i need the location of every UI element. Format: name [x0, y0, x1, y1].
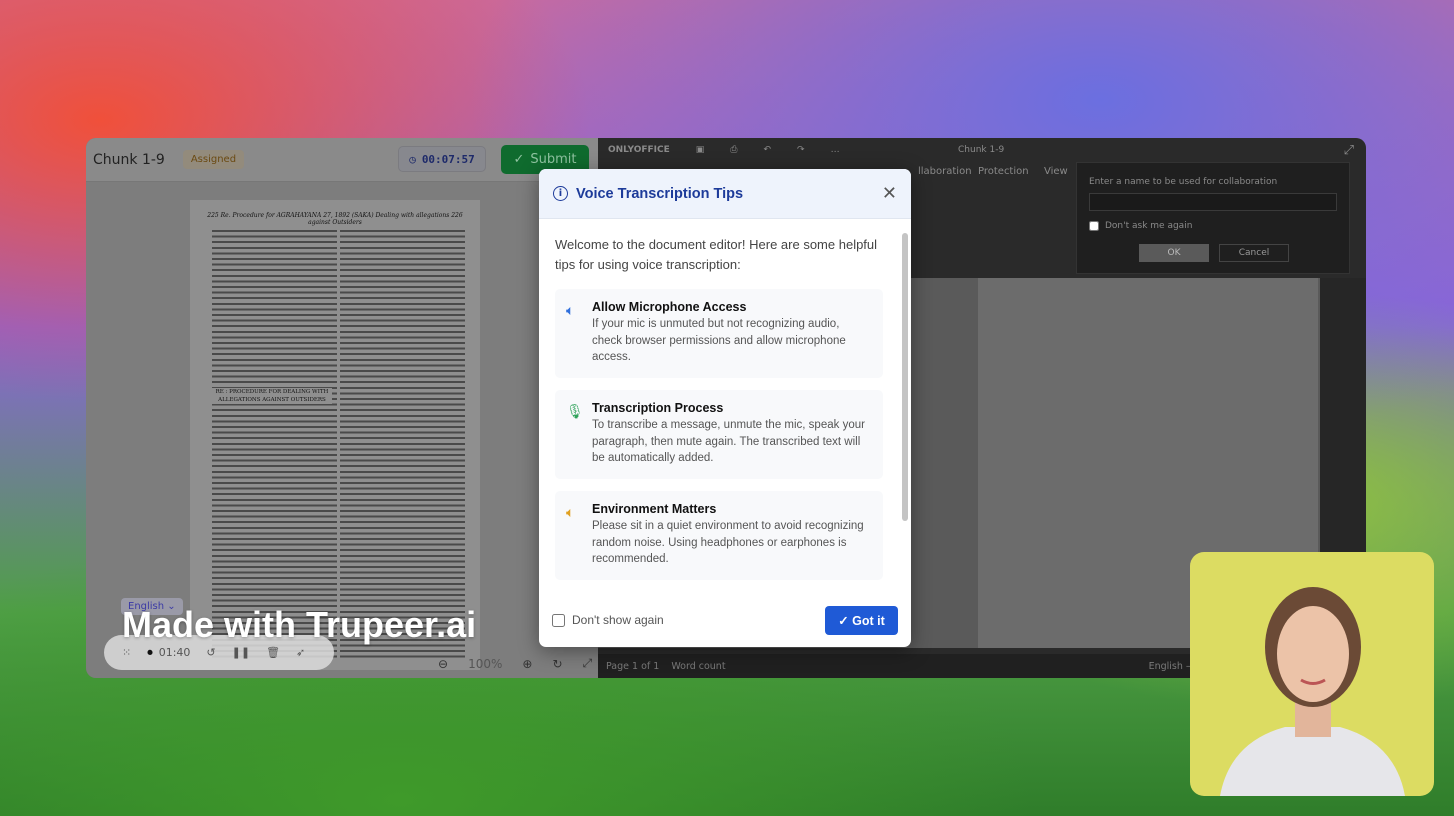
speaker-icon: 🔈︎: [566, 302, 575, 318]
save-icon[interactable]: ▣: [696, 145, 705, 155]
word-count-button[interactable]: Word count: [671, 661, 725, 672]
cancel-button[interactable]: Cancel: [1219, 244, 1289, 262]
submit-label: Submit: [530, 152, 577, 167]
got-it-label: Got it: [852, 613, 885, 628]
modal-header: i Voice Transcription Tips ✕: [539, 169, 911, 219]
tab-protection[interactable]: Protection: [978, 166, 1029, 177]
document-scan: 225 Re. Procedure for AGRAHAYANA 27, 189…: [190, 200, 480, 670]
tab-collaboration[interactable]: llaboration: [918, 166, 972, 177]
collaboration-name-dialog: Enter a name to be used for collaboratio…: [1076, 162, 1350, 274]
scan-column-right: [340, 230, 465, 660]
timer-value: 00:07:57: [421, 152, 475, 166]
presenter-image: [1220, 587, 1405, 796]
collab-name-input[interactable]: [1089, 193, 1337, 211]
scan-section-heading: RE : PROCEDURE FOR DEALING WITH ALLEGATI…: [212, 388, 332, 404]
scrollbar-thumb[interactable]: [902, 233, 908, 521]
tip-text: If your mic is unmuted but not recognizi…: [592, 318, 846, 363]
got-it-button[interactable]: ✓ Got it: [825, 605, 898, 635]
pause-icon[interactable]: ❚❚: [232, 646, 250, 659]
chunk-title: Chunk 1-9: [93, 151, 165, 168]
editor-titlebar: ONLYOFFICE ▣ ⎙ ↶ ↷ … Chunk 1-9 ⤢: [598, 138, 1366, 162]
task-header: Chunk 1-9 Assigned ◷ 00:07:57 ✓ Submit: [86, 138, 598, 182]
dont-ask-checkbox[interactable]: Don't ask me again: [1089, 221, 1337, 231]
undo-icon[interactable]: ↶: [763, 145, 771, 155]
tip-item: 🎙︎ Transcription Process To transcribe a m…: [555, 390, 883, 479]
stop-icon[interactable]: ⏺: [147, 646, 153, 660]
microphone-icon: 🎙︎: [566, 403, 584, 419]
onlyoffice-logo: ONLYOFFICE: [608, 145, 670, 155]
speaker-icon: 🔈︎: [566, 504, 575, 520]
modal-scrollbar[interactable]: [901, 221, 909, 593]
watermark: Made with Trupeer.ai: [122, 604, 477, 645]
ok-button[interactable]: OK: [1139, 244, 1209, 262]
delete-icon[interactable]: 🗑: [266, 646, 280, 659]
task-panel: Chunk 1-9 Assigned ◷ 00:07:57 ✓ Submit 225…: [86, 138, 598, 678]
zoom-level: 100%: [468, 656, 503, 671]
tip-item: 🔈︎ Environment Matters Please sit in a qui…: [555, 491, 883, 580]
pointer-icon[interactable]: ➶: [296, 646, 305, 659]
tip-title: Allow Microphone Access: [592, 300, 747, 314]
clock-icon: ◷: [409, 152, 416, 166]
fullscreen-icon[interactable]: ⤢: [583, 656, 593, 671]
check-icon: ✓: [513, 152, 525, 167]
tip-title: Transcription Process: [592, 401, 724, 415]
timer: ◷ 00:07:57: [398, 146, 486, 172]
scan-header: 225 Re. Procedure for AGRAHAYANA 27, 189…: [207, 212, 463, 226]
status-badge: Assigned: [182, 150, 245, 169]
rotate-icon[interactable]: ↻: [552, 657, 562, 671]
close-icon[interactable]: ✕: [882, 183, 897, 204]
redo-icon[interactable]: ↷: [797, 145, 805, 155]
expand-icon[interactable]: ⤢: [1344, 143, 1354, 158]
restart-icon[interactable]: ↺: [206, 646, 215, 659]
tip-title: Environment Matters: [592, 502, 717, 516]
collab-label: Enter a name to be used for collaboratio…: [1089, 177, 1278, 187]
dont-ask-label: Don't ask me again: [1105, 221, 1193, 231]
scan-column-left: [212, 230, 337, 660]
page-indicator: Page 1 of 1: [606, 660, 660, 672]
info-icon: i: [553, 186, 568, 201]
modal-body: Welcome to the document editor! Here are…: [539, 219, 899, 593]
dont-show-checkbox[interactable]: Don't show again: [552, 613, 664, 627]
drag-handle-icon[interactable]: ⁙: [122, 646, 131, 659]
print-icon[interactable]: ⎙: [730, 145, 737, 155]
more-icon[interactable]: …: [831, 145, 840, 155]
tip-text: Please sit in a quiet environment to avo…: [592, 520, 864, 565]
modal-intro: Welcome to the document editor! Here are…: [555, 237, 878, 272]
zoom-out-icon[interactable]: ⊖: [438, 657, 448, 671]
doc-title: Chunk 1-9: [958, 145, 1005, 155]
recording-time: 01:40: [158, 646, 191, 659]
modal-footer: Don't show again ✓ Got it: [539, 593, 911, 647]
zoom-controls: ⊖ 100% ⊕ ↻ ⤢: [438, 656, 592, 671]
webcam-presenter: [1190, 552, 1434, 796]
tab-view[interactable]: View: [1044, 166, 1068, 177]
tip-text: To transcribe a message, unmute the mic,…: [592, 419, 865, 464]
zoom-in-icon[interactable]: ⊕: [522, 657, 532, 671]
tip-item: 🔈︎ Allow Microphone Access If your mic is …: [555, 289, 883, 378]
voice-tips-modal: i Voice Transcription Tips ✕ Welcome to …: [539, 169, 911, 647]
dont-show-label: Don't show again: [572, 613, 664, 627]
modal-title: Voice Transcription Tips: [576, 185, 744, 202]
